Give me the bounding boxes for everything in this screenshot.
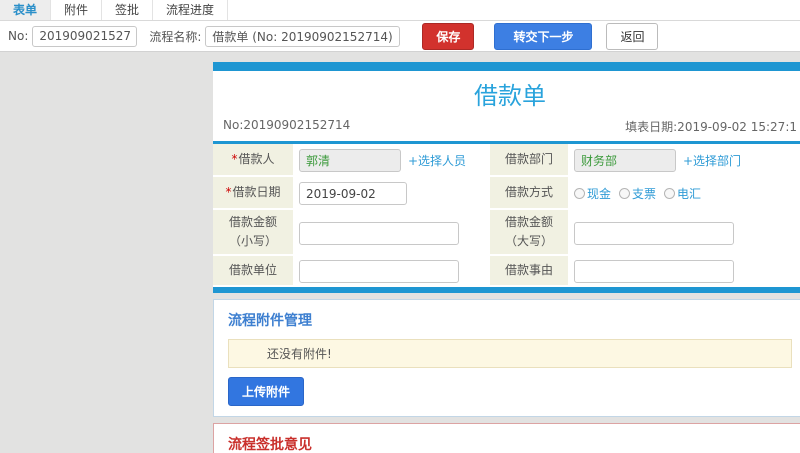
approval-panel: 流程签批意见 B I abc	[213, 423, 800, 453]
loan-date-field	[293, 177, 490, 210]
loan-date-input[interactable]	[299, 182, 407, 205]
form-title: 借款单	[474, 82, 546, 110]
loan-method-field: 现金 支票 电汇	[568, 177, 800, 210]
tab-attachments[interactable]: 附件	[51, 0, 103, 20]
tab-approval[interactable]: 签批	[102, 0, 154, 20]
loan-form-panel: 借款单 No:20190902152714 填表日期:2019-09-02 15…	[213, 62, 800, 294]
loan-reason-field	[568, 256, 800, 287]
loan-reason-label: 借款事由	[490, 256, 568, 288]
department-label: 借款部门	[490, 144, 568, 177]
upload-attachment-button[interactable]: 上传附件	[228, 377, 305, 407]
process-name-input[interactable]	[205, 25, 401, 47]
form-bottom-accent-bar	[213, 287, 800, 294]
attachment-panel: 流程附件管理 还没有附件! 上传附件	[213, 299, 800, 418]
required-mark: *	[231, 151, 238, 166]
tab-bar: 表单 附件 签批 流程进度	[0, 0, 800, 21]
loan-date-label: *借款日期	[213, 177, 293, 210]
borrower-input[interactable]	[299, 149, 401, 172]
loan-method-label: 借款方式	[490, 177, 568, 210]
amount-uppercase-input[interactable]	[574, 221, 734, 245]
no-attachment-message: 还没有附件!	[228, 339, 792, 369]
action-toolbar: No: 流程名称: 保存 转交下一步 返回	[0, 21, 800, 52]
no-label: No:	[8, 29, 29, 43]
no-input[interactable]	[32, 25, 138, 47]
save-button[interactable]: 保存	[422, 22, 475, 50]
form-no-text: No:20190902152714	[223, 118, 351, 132]
radio-circle-icon[interactable]	[619, 188, 631, 199]
select-person-link[interactable]: +选择人员	[408, 152, 466, 169]
back-button[interactable]: 返回	[606, 22, 659, 50]
select-department-link[interactable]: +选择部门	[683, 152, 741, 169]
form-meta-row: No:20190902152714 填表日期:2019-09-02 15:27:…	[213, 113, 800, 144]
forward-next-step-button[interactable]: 转交下一步	[494, 22, 593, 50]
radio-circle-icon[interactable]	[664, 188, 676, 199]
required-mark: *	[225, 184, 232, 199]
content-column: 借款单 No:20190902152714 填表日期:2019-09-02 15…	[213, 62, 800, 453]
amount-uppercase-label: 借款金额（大写）	[490, 210, 568, 257]
department-field: +选择部门	[568, 144, 800, 177]
tab-process-progress[interactable]: 流程进度	[153, 0, 229, 20]
department-input[interactable]	[574, 149, 676, 172]
borrower-label: *借款人	[213, 144, 293, 177]
loan-unit-field	[293, 256, 490, 287]
form-fields-grid: *借款人 +选择人员 借款部门 +选择部门 *借款日期 借款方式	[213, 144, 800, 288]
radio-cash[interactable]: 现金	[574, 185, 611, 202]
loan-reason-input[interactable]	[574, 260, 734, 284]
loan-unit-label: 借款单位	[213, 256, 293, 288]
radio-check[interactable]: 支票	[619, 185, 656, 202]
amount-lowercase-label: 借款金额（小写）	[213, 210, 293, 257]
attachment-heading: 流程附件管理	[228, 313, 312, 330]
borrower-field: +选择人员	[293, 144, 490, 177]
amount-uppercase-field	[568, 210, 800, 256]
form-date-text: 填表日期:2019-09-02 15:27:1	[625, 120, 797, 134]
amount-lowercase-input[interactable]	[299, 221, 459, 245]
form-top-accent-bar	[213, 62, 800, 71]
amount-lowercase-field	[293, 210, 490, 256]
process-name-label: 流程名称:	[149, 29, 202, 44]
radio-circle-icon[interactable]	[574, 188, 585, 199]
approval-heading: 流程签批意见	[228, 437, 312, 453]
loan-unit-input[interactable]	[299, 260, 459, 284]
tab-form[interactable]: 表单	[0, 0, 52, 20]
radio-wire-transfer[interactable]: 电汇	[664, 185, 701, 202]
